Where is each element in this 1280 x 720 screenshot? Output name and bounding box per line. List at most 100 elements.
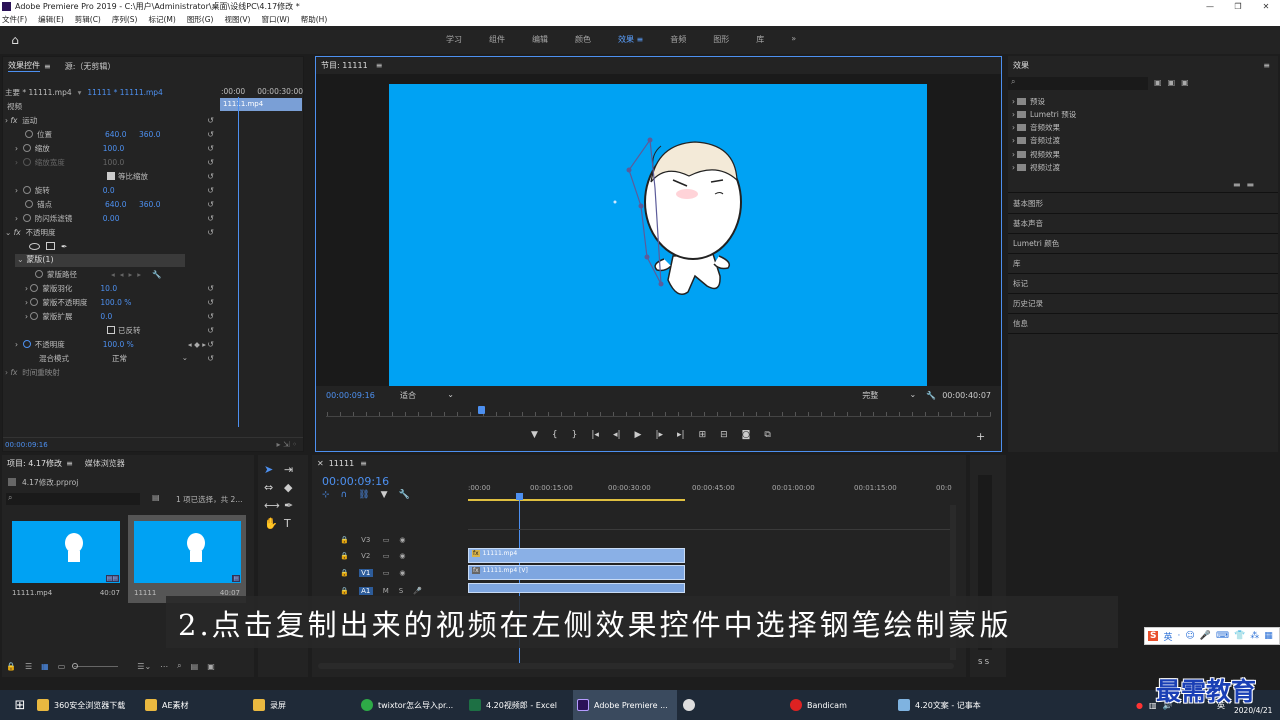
accelerated-effects-icon[interactable]: ▣ [1154,78,1162,87]
reset-icon[interactable]: ↺ [207,228,214,237]
effects-folder-lumetri[interactable]: Lumetri 预设 [1030,109,1076,120]
tab-source[interactable]: 源:（无剪辑） [65,61,116,72]
taskbar-item[interactable]: 4.20文案 - 记事本 [898,690,998,720]
menu-edit[interactable]: 编辑(E) [38,14,64,25]
mask-row[interactable]: ⌄ 蒙版(1) [15,254,185,267]
pen-mask-icon[interactable]: ✒ [61,242,67,251]
reset-icon[interactable]: ↺ [207,214,214,223]
ellipse-mask-icon[interactable] [29,242,40,250]
video-frame[interactable] [389,84,927,386]
scale-value[interactable]: 100.0 [103,144,124,153]
reset-icon[interactable]: ↺ [207,200,214,209]
new-item-icon[interactable]: ▣ [207,662,215,671]
add-marker-icon[interactable]: ▼ [531,430,538,440]
track-header-v1[interactable]: 🔒 V1 ▭ ◉ [340,566,405,580]
wrench-icon[interactable]: 🔧 [152,270,161,279]
stopwatch-icon[interactable] [22,186,31,194]
panel-menu-icon[interactable]: ≡ [1263,61,1270,70]
zoom-slider[interactable] [72,662,119,669]
linked-selection-icon[interactable]: ⛓ [358,490,369,500]
tab-assembly[interactable]: 组件 [489,34,505,45]
rectangle-mask-icon[interactable] [46,242,55,250]
reset-icon[interactable]: ↺ [207,158,214,167]
ime-voice-icon[interactable]: 🎤 [1200,631,1211,641]
automate-icon[interactable]: ⋯ [160,662,168,671]
rotation-value[interactable]: 0.0 [103,186,115,195]
tab-libraries[interactable]: 库 [756,34,764,45]
mask-expand-value[interactable]: 0.0 [100,312,112,321]
blend-mode-select[interactable]: 正常 ⌄ [112,353,188,364]
list-view-icon[interactable]: ☰ [25,662,32,671]
slip-tool-icon[interactable]: ⟷ [264,499,284,512]
fit-select[interactable]: 适合 ⌄ [400,390,454,401]
reset-icon[interactable]: ↺ [207,354,214,363]
inverted-checkbox[interactable] [107,326,115,334]
panel-markers[interactable]: 标记 [1013,276,1028,290]
taskbar-item-active[interactable]: Adobe Premiere ... [573,690,677,720]
solo-icon[interactable]: S [399,587,403,595]
panel-essential-sound[interactable]: 基本声音 [1013,216,1043,230]
ime-lang[interactable]: 英 [1163,630,1172,643]
sort-icon[interactable]: ☰⌄ [137,662,151,671]
mark-in-icon[interactable]: { [552,430,558,440]
motion-label[interactable]: 运动 [22,115,37,126]
effects-folder-video-effects[interactable]: 视频效果 [1030,149,1060,160]
ime-skin-icon[interactable]: 👕 [1234,631,1245,641]
keyframe-nav-icon[interactable]: ◂ ◆ ▸ [188,340,206,349]
reset-icon[interactable]: ↺ [207,340,214,349]
tab-media-browser[interactable]: 媒体浏览器 [85,458,125,469]
lock-icon[interactable]: 🔒 [340,587,349,595]
clip-a1[interactable] [468,583,685,593]
eye-icon[interactable]: ◉ [399,552,405,560]
track-select-tool-icon[interactable]: ⇥ [284,463,304,476]
go-to-out-icon[interactable]: ▸| [677,430,685,440]
stopwatch-icon[interactable] [30,298,39,306]
mask-opacity-value[interactable]: 100.0 % [100,298,131,307]
effects-folder-audio-transitions[interactable]: 音频过渡 [1030,135,1060,146]
step-back-icon[interactable]: ◂| [613,430,621,440]
close-icon[interactable]: ✕ [317,459,324,468]
ec-timecode[interactable]: 00:00:09:16 [5,441,48,449]
restore-icon[interactable]: ❐ [1224,2,1252,11]
project-item-name[interactable]: 11111.mp4 [12,589,52,597]
settings-wrench-icon[interactable]: 🔧 [926,391,936,400]
sync-lock-icon[interactable]: ▭ [383,569,390,577]
panel-menu-icon[interactable]: ≡ [360,459,367,468]
menu-sequence[interactable]: 序列(S) [112,14,138,25]
compare-icon[interactable]: ⧉ [764,430,770,440]
new-bin-icon[interactable]: ▤ [191,662,199,671]
mark-out-icon[interactable]: } [572,430,578,440]
sync-lock-icon[interactable]: ▭ [383,552,390,560]
tab-effect-controls[interactable]: 效果控件 [8,60,40,72]
start-icon[interactable]: ⊞ [10,690,30,720]
new-bin-icon[interactable]: ▬▬ [1233,180,1260,189]
stopwatch-icon[interactable] [30,312,39,320]
project-item-selected[interactable]: ▤ 11111 40:07 [128,515,246,603]
track-header-v2[interactable]: 🔒 V2 ▭ ◉ [340,549,405,563]
anchor-x[interactable]: 640.0 [105,200,139,209]
panel-menu-icon[interactable]: ≡ [376,61,383,70]
stopwatch-icon[interactable] [22,340,31,348]
sync-lock-icon[interactable]: ▭ [383,536,390,544]
clip-v1[interactable]: fx 11111.mp4 [V] [468,565,685,580]
add-marker-icon[interactable]: ▼ [381,490,388,500]
panel-menu-icon[interactable]: ≡ [44,62,51,71]
solo-buttons-icon[interactable]: S S [978,658,989,666]
program-timecode[interactable]: 00:00:09:16 [326,391,400,400]
panel-lumetri-color[interactable]: Lumetri 颜色 [1013,236,1059,250]
master-clip-label[interactable]: 主要 * 11111.mp4 [5,87,72,98]
pen-tool-icon[interactable]: ✒ [284,499,304,512]
reset-icon[interactable]: ↺ [207,326,214,335]
program-playhead[interactable] [478,406,485,414]
timeline-title[interactable]: 11111 [329,459,354,468]
taskbar-item[interactable] [683,690,701,720]
tab-editing[interactable]: 编辑 [532,34,548,45]
track-header-v3[interactable]: 🔒 V3 ▭ ◉ [340,533,405,547]
project-item-name[interactable]: 11111 [134,589,156,597]
ime-tools-icon[interactable]: ⁂ [1250,631,1259,641]
new-bin-icon[interactable]: ▤ [152,493,160,502]
menu-file[interactable]: 文件(F) [2,14,27,25]
panel-menu-icon[interactable]: ≡ [66,459,73,468]
reset-icon[interactable]: ↺ [207,144,214,153]
uniform-scale-checkbox[interactable] [107,172,115,180]
